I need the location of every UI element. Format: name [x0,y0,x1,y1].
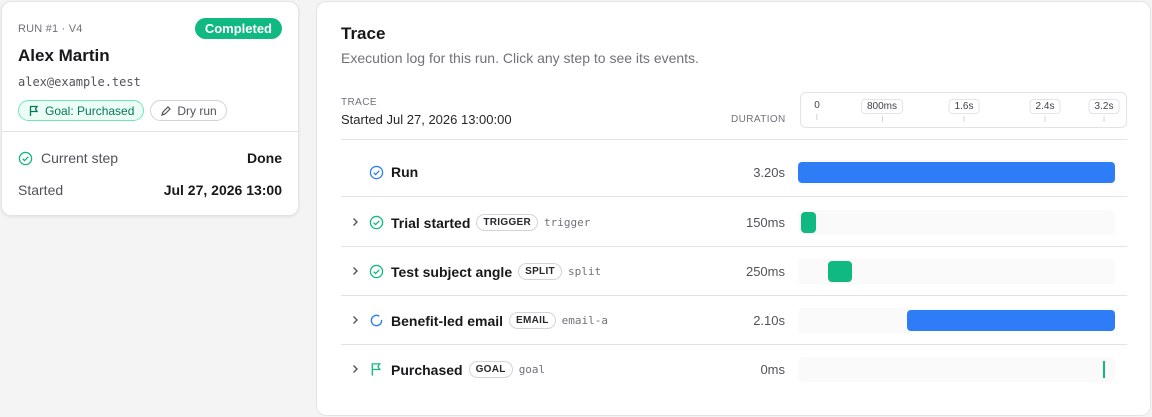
user-email: alex@example.test [18,75,141,89]
tick-label: 800ms [860,99,904,114]
timeline-bar [827,261,853,282]
row-title: Benefit-led email [391,312,504,329]
row-title-wrap: Purchased GOAL goal [391,361,545,378]
tick-label: 3.2s [1088,99,1120,114]
step-key: goal [518,363,546,376]
check-circle-icon [369,215,384,230]
trace-header-label: TRACE [341,97,377,108]
trace-subtitle: Execution log for this run. Click any st… [341,50,699,66]
row-duration: 250ms [745,264,785,279]
step-type-badge: SPLIT [518,263,562,280]
trace-row-run[interactable]: Run 3.20s [341,148,1127,197]
trace-title: Trace [341,24,386,43]
chevron-right-icon[interactable] [349,363,361,375]
run-summary-card: RUN #1 · V4 Completed Alex Martin alex@e… [1,1,299,216]
tick-label: 1.6s [948,99,980,114]
row-duration: 0ms [760,362,785,377]
timeline-bar [1103,361,1106,378]
ruler-tick: 1.6s [948,99,980,122]
goal-chip: Goal: Purchased [18,100,145,121]
ruler-tick: 3.2s [1088,99,1120,122]
row-duration: 2.10s [753,313,785,328]
dry-run-chip: Dry run [150,100,227,121]
row-title: Run [391,164,419,180]
started-row: Started Jul 27, 2026 13:00 [18,182,282,198]
step-key: email-a [561,314,608,327]
row-title: Test subject angle [391,263,513,280]
chevron-right-icon[interactable] [349,314,361,326]
row-title: Purchased [391,361,463,378]
current-step-label: Current step [41,150,119,166]
spinner-icon [370,314,383,327]
trace-row-split[interactable]: Test subject angle SPLIT split 250ms [341,247,1127,296]
step-type-badge: GOAL [468,361,513,378]
step-key: split [567,265,602,278]
timeline-track [798,210,1115,235]
pencil-icon [161,105,172,116]
dry-run-chip-label: Dry run [177,103,217,118]
chevron-right-icon[interactable] [349,265,361,277]
row-title-wrap: Test subject angle SPLIT split [391,263,601,280]
ruler-tick: 800ms [860,99,904,122]
flag-icon [29,105,39,116]
trace-row-trigger[interactable]: Trial started TRIGGER trigger 150ms [341,198,1127,247]
chevron-right-icon[interactable] [349,216,361,228]
timeline-track [798,160,1115,185]
timeline-bar [906,310,1115,331]
user-name: Alex Martin [18,46,110,65]
run-card-details: Current step Done Started Jul 27, 2026 1… [2,132,298,216]
row-title-wrap: Trial started TRIGGER trigger [391,214,590,231]
flag-icon [371,363,382,376]
run-card-header: RUN #1 · V4 Completed Alex Martin alex@e… [2,2,298,132]
ruler-tick: 0 [809,99,825,120]
timeline-bar [800,212,816,233]
trace-header: TRACE Started Jul 27, 2026 13:00:00 DURA… [341,92,1127,140]
row-title-wrap: Benefit-led email EMAIL email-a [391,312,608,329]
status-badge: Completed [194,18,282,39]
current-step-row: Current step Done [18,150,282,166]
duration-header: DURATION [731,114,786,125]
current-step-label-wrap: Current step [18,150,118,166]
started-value: Jul 27, 2026 13:00 [163,182,282,198]
started-label: Started [18,182,64,198]
timeline-track [798,308,1115,333]
run-chips: Goal: Purchased Dry run [18,100,227,121]
row-title: Trial started [391,214,471,231]
timeline-ruler: 0 800ms 1.6s 2.4s 3.2s [800,92,1127,128]
step-key: trigger [544,216,591,229]
trace-started: Started Jul 27, 2026 13:00:00 [341,112,512,127]
current-step-value: Done [247,150,282,166]
step-type-badge: TRIGGER [476,214,539,231]
timeline-track [798,259,1115,284]
check-circle-icon [369,264,384,279]
run-meta: RUN #1 · V4 [18,23,83,35]
row-duration: 3.20s [753,165,785,180]
timeline-bar [798,162,1115,183]
goal-chip-label: Goal: Purchased [45,103,135,118]
step-type-badge: EMAIL [509,312,556,329]
trace-row-goal[interactable]: Purchased GOAL goal 0ms [341,345,1127,394]
timeline-track [798,357,1115,382]
row-duration: 150ms [745,215,785,230]
tick-label: 2.4s [1029,99,1061,114]
row-title-wrap: Run [391,164,418,180]
trace-row-email[interactable]: Benefit-led email EMAIL email-a 2.10s [341,296,1127,345]
trace-panel: Trace Execution log for this run. Click … [316,1,1151,416]
check-circle-icon [369,165,384,180]
check-circle-icon [18,151,33,165]
tick-label: 0 [809,99,825,112]
ruler-tick: 2.4s [1029,99,1061,122]
